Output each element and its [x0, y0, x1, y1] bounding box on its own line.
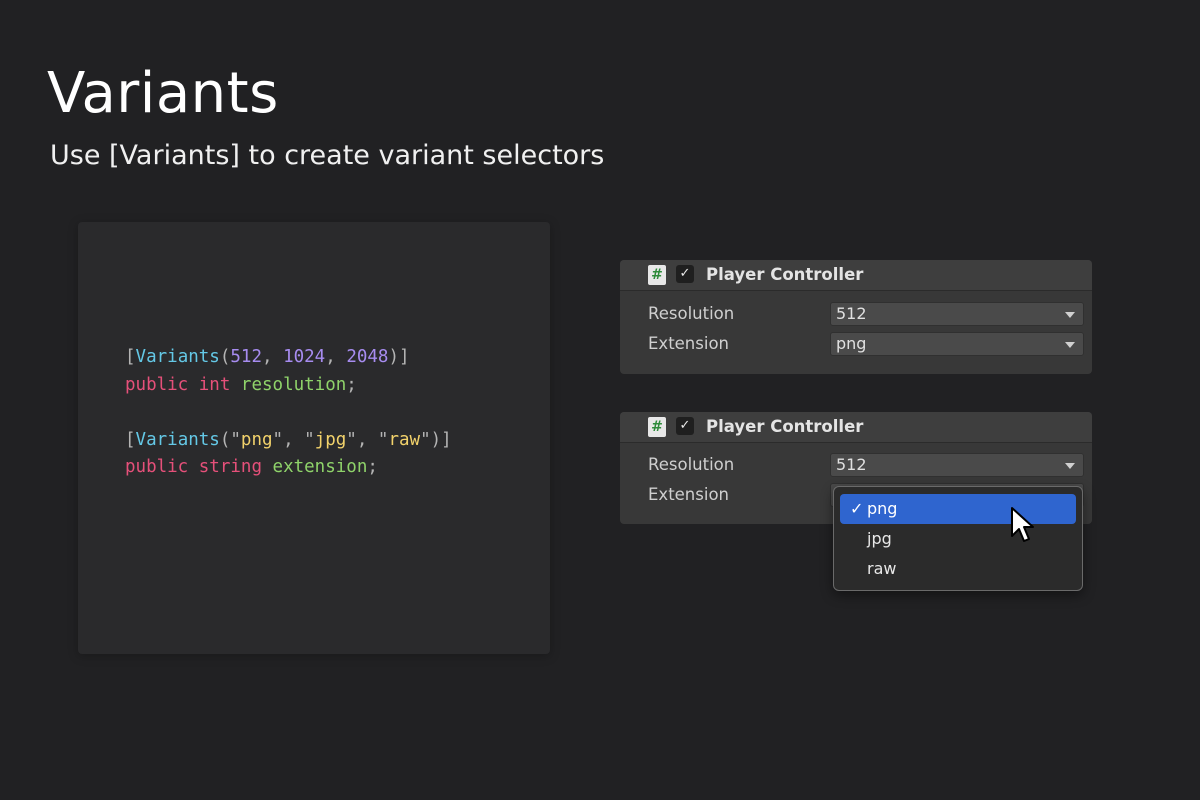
checkmark-icon: ✓ [850, 499, 864, 518]
panel-header[interactable]: # ✓ Player Controller [620, 412, 1092, 443]
chevron-down-icon [1065, 312, 1075, 318]
code-token: resolution [240, 374, 347, 395]
menu-item-label: jpg [867, 529, 892, 548]
menu-item-jpg[interactable]: jpg [840, 524, 1076, 554]
csharp-script-icon: # [648, 265, 666, 285]
extension-label: Extension [648, 334, 730, 353]
code-line: public string extension; [125, 454, 452, 482]
extension-dropdown-menu: ✓ png jpg raw [833, 486, 1083, 591]
code-token: public [125, 457, 189, 477]
code-token: Variants [135, 429, 220, 450]
code-token: string [198, 457, 262, 477]
csharp-script-icon: # [648, 417, 666, 437]
resolution-row: Resolution 512 [620, 453, 1092, 477]
code-token: png [240, 429, 273, 450]
code-line: [Variants("png", "jpg", "raw")] [125, 427, 452, 455]
resolution-row: Resolution 512 [620, 302, 1092, 326]
code-token: , [325, 347, 347, 367]
inspector-panel-1: # ✓ Player Controller Resolution 512 Ext… [620, 260, 1092, 374]
code-token: )] [388, 347, 410, 367]
code-token: raw [388, 429, 421, 450]
page-title: Variants [47, 61, 279, 126]
code-token: public [125, 374, 189, 395]
code-token: ", " [346, 429, 389, 450]
panel-header[interactable]: # ✓ Player Controller [620, 260, 1092, 291]
code-token: 512 [230, 347, 262, 367]
code-token: int [198, 374, 231, 395]
resolution-value: 512 [836, 455, 867, 474]
resolution-value: 512 [836, 304, 867, 323]
code-token: extension [272, 457, 368, 477]
resolution-label: Resolution [648, 455, 735, 474]
code-line: [Variants(512, 1024, 2048)] [125, 344, 452, 372]
code-token: [ [125, 347, 136, 367]
code-token: 2048 [346, 347, 389, 367]
menu-item-png[interactable]: ✓ png [840, 494, 1076, 524]
code-token: ; [346, 374, 357, 395]
page-subtitle: Use [Variants] to create variant selecto… [50, 140, 605, 171]
extension-label: Extension [648, 485, 730, 504]
menu-item-label: raw [867, 559, 897, 578]
code-line: public int resolution; [125, 372, 452, 400]
code-token: 1024 [283, 347, 326, 367]
component-title: Player Controller [706, 417, 864, 436]
code-token: ; [367, 457, 378, 477]
component-title: Player Controller [706, 265, 864, 284]
resolution-dropdown[interactable]: 512 [830, 302, 1084, 326]
resolution-label: Resolution [648, 304, 735, 323]
enabled-checkbox[interactable]: ✓ [676, 417, 694, 435]
extension-dropdown[interactable]: png [830, 332, 1084, 356]
menu-item-raw[interactable]: raw [840, 554, 1076, 584]
code-token: jpg [314, 429, 347, 450]
resolution-dropdown[interactable]: 512 [830, 453, 1084, 477]
menu-item-label: png [867, 499, 898, 518]
code-token: ( [219, 347, 231, 367]
code-card: [Variants(512, 1024, 2048)] public int re… [78, 222, 550, 654]
code-token: ")] [420, 429, 452, 450]
code-token: ", " [272, 429, 315, 450]
mouse-pointer-icon [1011, 507, 1034, 542]
code-token: [ [125, 429, 136, 450]
chevron-down-icon [1065, 342, 1075, 348]
enabled-checkbox[interactable]: ✓ [676, 265, 694, 283]
code-token: Variants [135, 347, 220, 367]
code-token: (" [219, 429, 241, 450]
extension-value: png [836, 334, 867, 353]
chevron-down-icon [1065, 463, 1075, 469]
extension-row: Extension png [620, 332, 1092, 356]
code-token: , [262, 347, 284, 367]
code-block: [Variants(512, 1024, 2048)] public int re… [125, 344, 452, 482]
